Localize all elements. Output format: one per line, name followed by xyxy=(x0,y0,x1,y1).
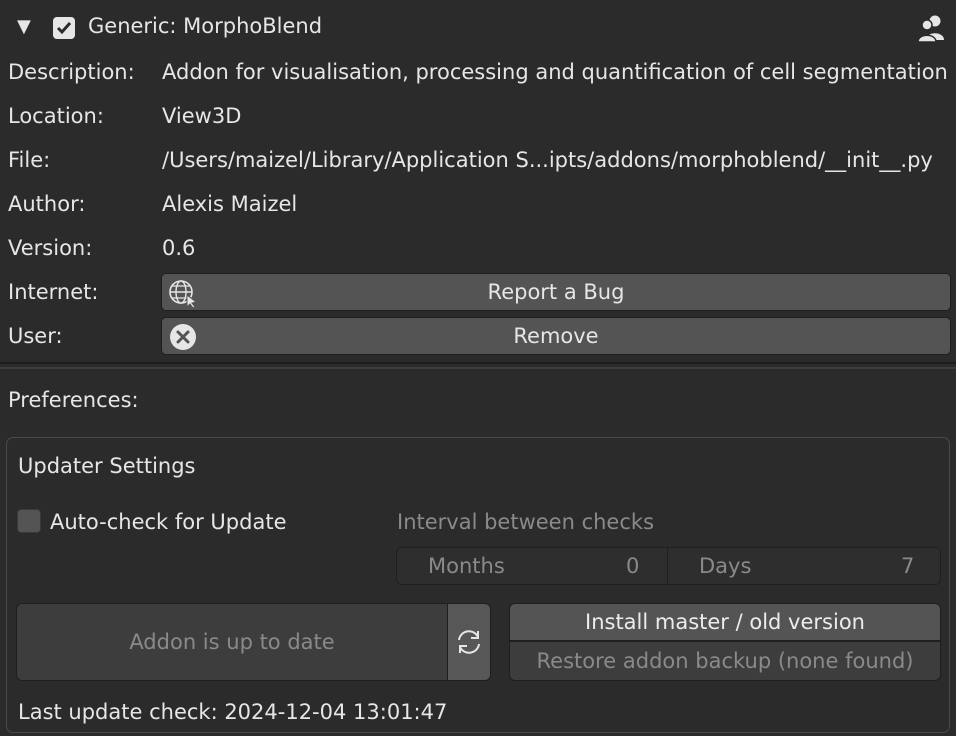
refresh-button[interactable] xyxy=(447,603,491,681)
description-value: Addon for visualisation, processing and … xyxy=(162,60,948,84)
users-icon xyxy=(916,13,946,48)
days-field[interactable]: Days 7 xyxy=(668,548,940,584)
install-version-button[interactable]: Install master / old version xyxy=(509,603,941,641)
disclosure-triangle-icon[interactable]: ▼ xyxy=(17,16,31,37)
location-label: Location: xyxy=(8,104,104,128)
autocheck-label[interactable]: Auto-check for Update xyxy=(50,510,287,534)
months-label: Months xyxy=(428,554,505,578)
days-value: 7 xyxy=(901,554,915,578)
remove-label: Remove xyxy=(513,324,599,348)
file-label: File: xyxy=(8,148,51,172)
last-update-check: Last update check: 2024-12-04 13:01:47 xyxy=(18,700,448,724)
version-label: Version: xyxy=(8,236,93,260)
location-value: View3D xyxy=(162,104,242,128)
months-value: 0 xyxy=(626,554,640,578)
restore-backup-label: Restore addon backup (none found) xyxy=(536,649,914,673)
preferences-heading: Preferences: xyxy=(8,388,139,412)
version-value: 0.6 xyxy=(162,236,196,260)
updater-settings-title: Updater Settings xyxy=(18,454,196,478)
addon-title: Generic: MorphoBlend xyxy=(88,14,323,38)
refresh-icon xyxy=(454,627,484,662)
days-label: Days xyxy=(699,554,752,578)
report-bug-label: Report a Bug xyxy=(487,280,625,304)
internet-label: Internet: xyxy=(8,280,99,304)
addon-header[interactable]: ▼ Generic: MorphoBlend xyxy=(0,0,956,56)
author-label: Author: xyxy=(8,192,86,216)
author-value: Alexis Maizel xyxy=(162,192,298,216)
restore-backup-button[interactable]: Restore addon backup (none found) xyxy=(509,641,941,681)
section-divider-highlight xyxy=(0,367,956,369)
report-bug-button[interactable]: Report a Bug xyxy=(161,273,951,311)
user-label: User: xyxy=(8,324,63,348)
remove-icon xyxy=(168,322,198,357)
checkmark-icon xyxy=(56,22,72,35)
update-status-label: Addon is up to date xyxy=(129,630,335,654)
autocheck-checkbox[interactable] xyxy=(17,509,41,533)
description-label: Description: xyxy=(8,60,135,84)
install-version-label: Install master / old version xyxy=(585,610,865,634)
months-field[interactable]: Months 0 xyxy=(397,548,667,584)
file-value: /Users/maizel/Library/Application S...ip… xyxy=(162,148,933,172)
updater-settings-panel xyxy=(6,437,950,733)
section-divider xyxy=(0,362,956,364)
enable-addon-checkbox[interactable] xyxy=(53,17,75,39)
update-status-button[interactable]: Addon is up to date xyxy=(16,603,448,681)
globe-icon xyxy=(168,278,198,313)
interval-label: Interval between checks xyxy=(397,510,655,534)
remove-button[interactable]: Remove xyxy=(161,317,951,355)
